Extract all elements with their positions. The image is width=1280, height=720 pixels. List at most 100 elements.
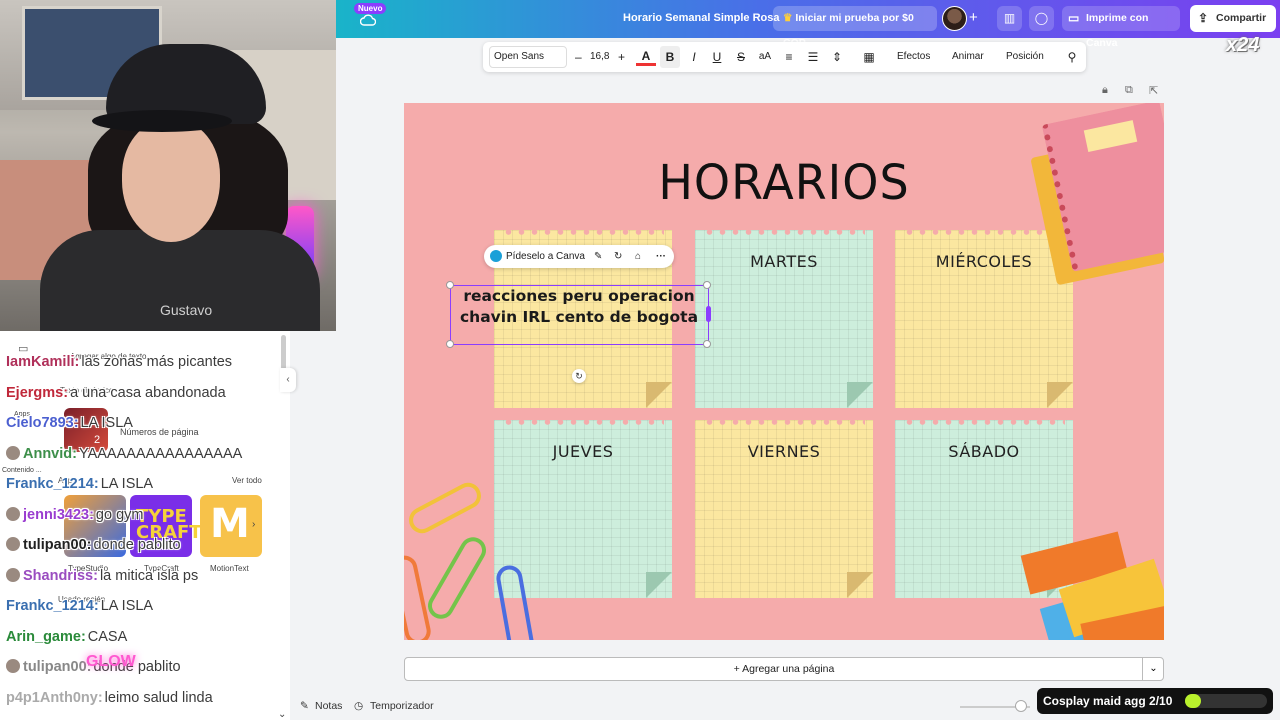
bold-icon[interactable]: B bbox=[660, 46, 680, 68]
top-bar: Nuevo Horario Semanal Simple Rosa ♛ Inic… bbox=[336, 0, 1280, 49]
list-icon[interactable]: ☰ bbox=[803, 42, 823, 72]
note-fold bbox=[646, 382, 672, 408]
goal-label: Cosplay maid agg 2/10 bbox=[1043, 694, 1173, 708]
more-options-icon[interactable]: ··· bbox=[656, 245, 666, 268]
chat-username: tulipan00: bbox=[23, 537, 92, 553]
note-friday[interactable]: VIERNES bbox=[695, 418, 873, 598]
note-tuesday[interactable]: MARTES bbox=[695, 228, 873, 408]
note-rings bbox=[703, 228, 865, 236]
chart-icon[interactable]: ▥ bbox=[997, 6, 1022, 31]
resize-handle-bl[interactable] bbox=[446, 340, 454, 348]
note-rings bbox=[703, 418, 865, 426]
note-rings bbox=[903, 418, 1065, 426]
underline-icon[interactable]: U bbox=[707, 42, 727, 72]
font-select[interactable]: Open Sans bbox=[489, 46, 567, 68]
stream-multiplier-badge: x24 bbox=[1226, 34, 1260, 56]
note-fold bbox=[847, 382, 873, 408]
chat-message: Arin_game: CASA bbox=[6, 629, 306, 660]
chat-username: Cielo7893: bbox=[6, 415, 79, 431]
goal-progress-bar bbox=[1185, 694, 1267, 708]
chat-message: Cielo7893: LA ISLA bbox=[6, 415, 306, 446]
chat-message: Frankc_1214: LA ISLA bbox=[6, 476, 306, 507]
effects-button[interactable]: Efectos bbox=[897, 42, 930, 72]
document-title[interactable]: Horario Semanal Simple Rosa bbox=[623, 12, 780, 24]
chat-text: LA ISLA bbox=[80, 415, 133, 431]
position-button[interactable]: Posición bbox=[1006, 42, 1044, 72]
ask-canva-button[interactable]: Pídeselo a Canva bbox=[506, 245, 585, 268]
day-label-thursday[interactable]: JUEVES bbox=[494, 442, 672, 461]
share-button[interactable]: ⇪ Compartir bbox=[1190, 5, 1276, 32]
trial-button[interactable]: ♛ Iniciar mi prueba por $0 COP bbox=[773, 6, 937, 49]
align-center-icon[interactable]: ≡ bbox=[779, 42, 799, 72]
chevron-down-icon[interactable]: ⌄ bbox=[1142, 657, 1164, 681]
chat-username: IamKamili: bbox=[6, 354, 80, 370]
notes-icon[interactable]: ✎ bbox=[300, 700, 309, 712]
note-rings bbox=[903, 228, 1065, 236]
paperclip-yellow bbox=[404, 478, 486, 538]
timer-button[interactable]: Temporizador bbox=[370, 700, 434, 712]
magic-wand-icon[interactable]: ✎ bbox=[594, 245, 602, 268]
selected-text[interactable]: reacciones peru operacion chavin IRL cen… bbox=[451, 286, 707, 327]
chat-text: leimo salud linda bbox=[104, 689, 213, 706]
animate-button[interactable]: Animar bbox=[952, 42, 984, 72]
font-size-input[interactable]: 16,8 bbox=[590, 42, 609, 72]
spacing-icon[interactable]: ⇕ bbox=[827, 42, 847, 72]
strikethrough-icon[interactable]: S bbox=[731, 42, 751, 72]
font-size-increase[interactable]: + bbox=[618, 42, 625, 72]
sticky-notes-graphic bbox=[1020, 523, 1164, 640]
day-label-wednesday[interactable]: MIÉRCOLES bbox=[895, 252, 1073, 271]
chat-text: las zonas más picantes bbox=[81, 354, 233, 370]
italic-icon[interactable]: I bbox=[684, 42, 704, 72]
chat-message: jenni3423: go gym bbox=[6, 506, 306, 538]
stream-goal-widget: Cosplay maid agg 2/10 bbox=[1037, 688, 1273, 714]
copy-icon[interactable]: ⧉ bbox=[1125, 84, 1133, 97]
chat-username: Frankc_1214: bbox=[6, 476, 99, 492]
resize-handle-tr[interactable] bbox=[703, 281, 711, 289]
comment-icon[interactable]: ◯ bbox=[1029, 6, 1054, 31]
add-collaborator-icon[interactable]: + bbox=[969, 9, 978, 26]
chat-text: go gym bbox=[95, 506, 144, 523]
design-page[interactable]: HORARIOS MARTES MIÉRCOLES JUEVES VIERNES… bbox=[404, 103, 1164, 640]
timer-icon[interactable]: ◷ bbox=[354, 700, 363, 712]
font-size-decrease[interactable]: – bbox=[575, 42, 582, 72]
note-wednesday[interactable]: MIÉRCOLES bbox=[895, 228, 1073, 408]
notes-button[interactable]: Notas bbox=[315, 700, 342, 712]
refresh-icon[interactable]: ↻ bbox=[614, 245, 622, 268]
day-label-saturday[interactable]: SÁBADO bbox=[895, 442, 1073, 461]
webcam-overlay: Gustavo bbox=[0, 0, 336, 331]
notebook-graphic[interactable] bbox=[1030, 103, 1164, 286]
chat-text: la mitica isla ps bbox=[99, 567, 199, 584]
webcam-face bbox=[122, 120, 220, 242]
add-page-button[interactable]: + Agregar una página bbox=[404, 657, 1164, 681]
chat-username: tulipan00: bbox=[23, 659, 92, 675]
resize-handle-right[interactable] bbox=[706, 306, 711, 322]
lock-element-icon[interactable]: ⌂ bbox=[635, 245, 641, 268]
zoom-slider-knob[interactable] bbox=[1015, 700, 1027, 712]
cloud-icon[interactable] bbox=[360, 13, 376, 27]
print-button[interactable]: ▭ Imprime con Canva bbox=[1062, 6, 1180, 49]
chat-badge-icon bbox=[6, 567, 20, 582]
chat-message: tulipan00: donde pablito bbox=[6, 659, 306, 690]
chat-message: p4p1Anth0ny: leimo salud linda bbox=[6, 690, 306, 720]
export-icon[interactable]: ⇱ bbox=[1149, 84, 1158, 97]
chat-message: Frankc_1214: LA ISLA bbox=[6, 598, 306, 629]
selected-text-box[interactable]: reacciones peru operacion chavin IRL cen… bbox=[446, 281, 711, 348]
transparency-icon[interactable]: ▦ bbox=[859, 42, 879, 72]
note-fold bbox=[1047, 382, 1073, 408]
chat-text: donde pablito bbox=[93, 537, 181, 553]
chat-message: IamKamili: las zonas más picantes bbox=[6, 354, 306, 385]
paint-format-icon[interactable]: ⚲ bbox=[1062, 42, 1082, 72]
share-button-label: Compartir bbox=[1216, 12, 1267, 24]
chat-message: Shandriss: la mitica isla ps bbox=[6, 567, 306, 599]
resize-handle-br[interactable] bbox=[703, 340, 711, 348]
case-icon[interactable]: aA bbox=[755, 42, 775, 72]
chat-username: Annvid: bbox=[23, 445, 77, 462]
day-label-tuesday[interactable]: MARTES bbox=[695, 252, 873, 271]
day-label-friday[interactable]: VIERNES bbox=[695, 442, 873, 461]
crown-icon: ♛ bbox=[783, 12, 796, 24]
lock-icon[interactable]: 🔒︎ bbox=[1102, 84, 1108, 97]
text-color-icon[interactable]: A bbox=[636, 44, 656, 66]
rotate-handle[interactable]: ↻ bbox=[572, 369, 586, 383]
avatar[interactable] bbox=[942, 6, 967, 31]
resize-handle-tl[interactable] bbox=[446, 281, 454, 289]
